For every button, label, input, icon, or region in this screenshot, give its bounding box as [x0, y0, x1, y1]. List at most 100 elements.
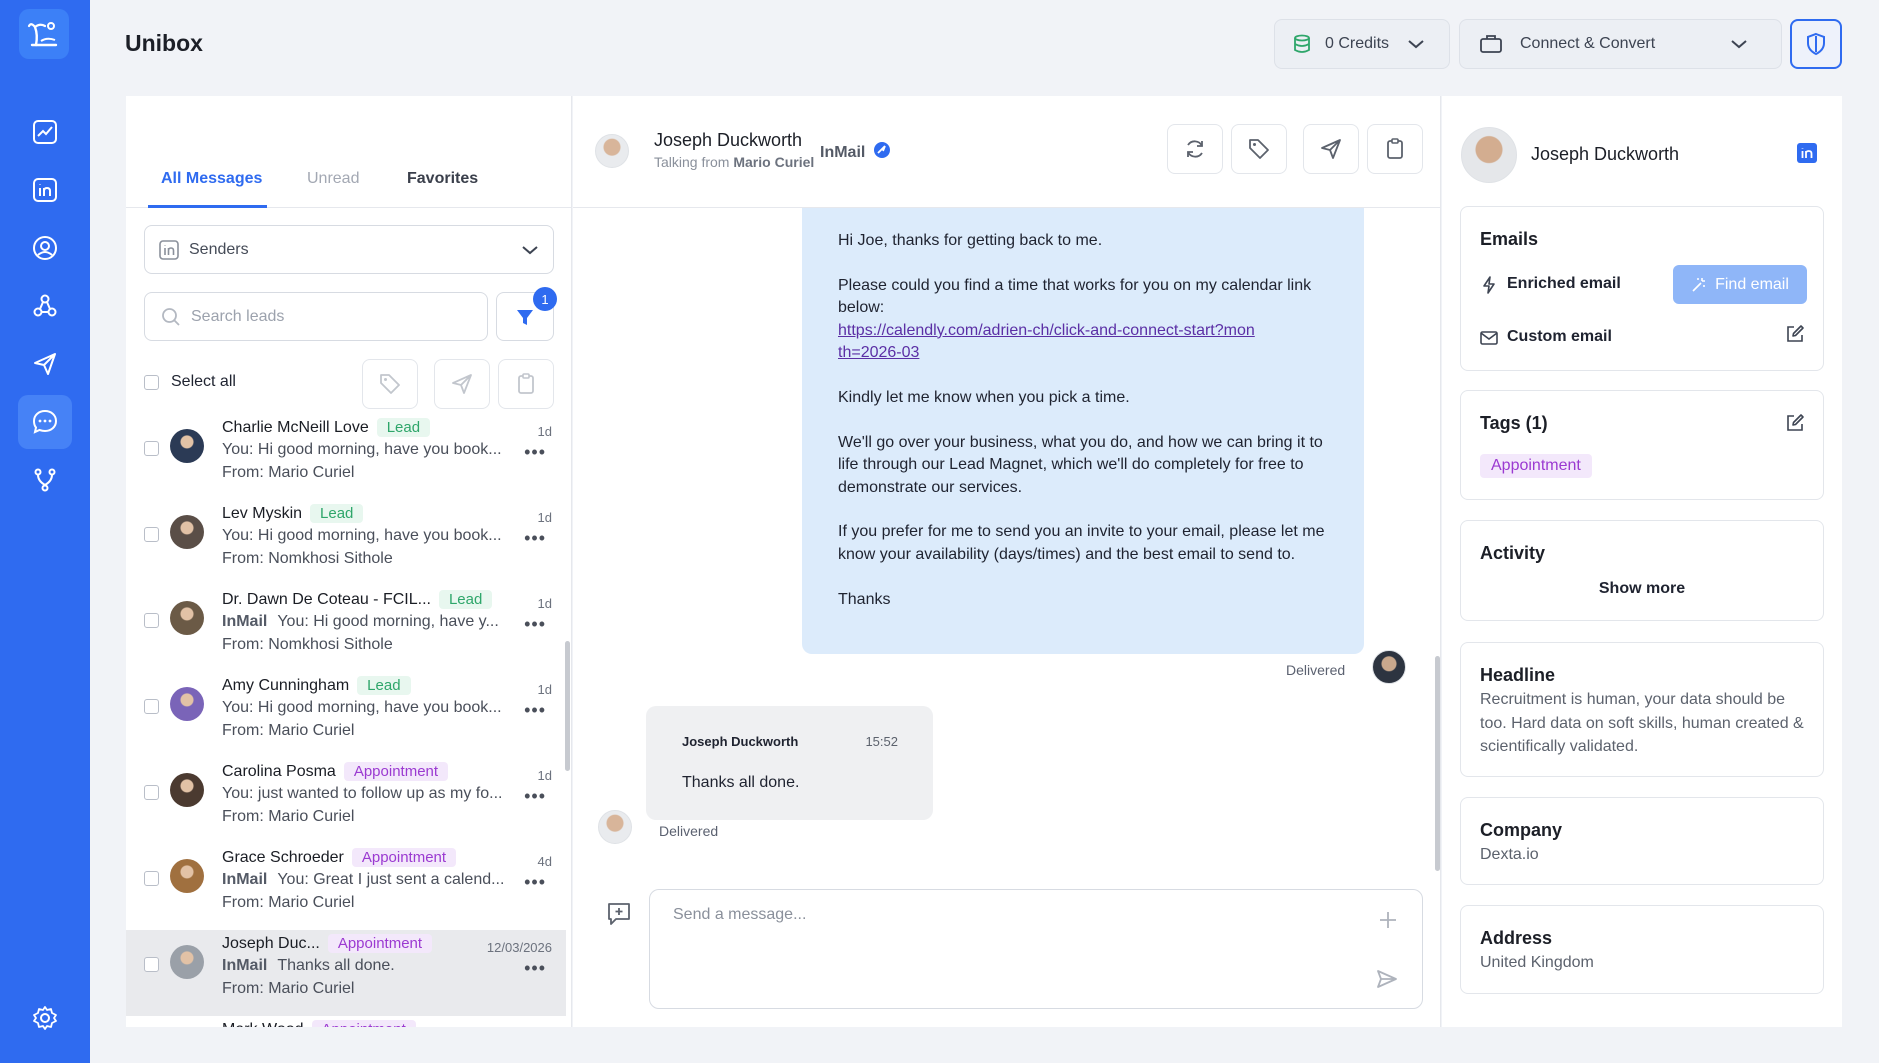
last-message-text: Thanks all done.: [277, 957, 395, 974]
last-message-text: You: Hi good morning, have you book...: [222, 527, 502, 544]
tag-button[interactable]: [1231, 124, 1287, 174]
nav-campaigns[interactable]: [18, 337, 72, 391]
row-checkbox[interactable]: [144, 785, 159, 800]
shield-icon: [1807, 32, 1825, 56]
conversation-row[interactable]: Joseph Duc... Appointment InMail Thanks all…: [126, 930, 566, 1016]
more-options-icon[interactable]: •••: [524, 872, 546, 893]
send-icon: [452, 374, 472, 394]
calendly-link[interactable]: https://calendly.com/adrien-ch/click-and…: [838, 320, 1258, 365]
activity-title: Activity: [1480, 543, 1546, 563]
filter-count-badge: 1: [533, 287, 557, 311]
inbox-scrollbar[interactable]: [565, 641, 570, 771]
lead-name: Charlie McNeill Love: [222, 419, 369, 436]
refresh-button[interactable]: [1167, 124, 1223, 174]
tag-appointment[interactable]: Appointment: [1480, 454, 1592, 478]
archive-button[interactable]: [1367, 124, 1423, 174]
row-checkbox[interactable]: [144, 699, 159, 714]
conversation-list: Charlie McNeill Love Lead You: Hi good mor…: [126, 414, 566, 1027]
select-all-checkbox[interactable]: [144, 374, 159, 390]
edit-icon[interactable]: [1785, 413, 1805, 433]
nav-unibox[interactable]: [18, 395, 72, 449]
send-message-icon[interactable]: [1376, 968, 1398, 990]
tab-unread[interactable]: Unread: [307, 170, 359, 188]
tab-all-messages[interactable]: All Messages: [161, 170, 262, 188]
more-options-icon[interactable]: •••: [524, 528, 546, 549]
connect-convert-label: Connect & Convert: [1520, 35, 1656, 52]
bulk-tag-button[interactable]: [362, 359, 418, 409]
nav-analytics[interactable]: [18, 105, 72, 159]
tab-favorites[interactable]: Favorites: [407, 170, 478, 188]
message-template-icon[interactable]: [606, 901, 632, 927]
message-time: 1d: [537, 682, 552, 697]
select-all[interactable]: Select all: [144, 373, 236, 391]
emails-card: Emails Enriched email Find email Custom …: [1460, 206, 1824, 371]
app-logo[interactable]: [19, 9, 69, 59]
talking-from: Talking from Mario Curiel: [654, 154, 814, 170]
message-paragraph: We'll go over your business, what you do…: [838, 433, 1323, 496]
from-line: From: Nomkhosi Sithole: [222, 550, 393, 567]
search-leads-field[interactable]: Search leads: [144, 292, 488, 341]
message-time: 1d: [537, 424, 552, 439]
filter-button[interactable]: 1: [496, 287, 557, 341]
address-value: United Kingdom: [1480, 954, 1594, 971]
select-all-label: Select all: [171, 373, 236, 390]
active-tab-indicator: [148, 205, 267, 208]
lead-name-line: Amy Cunningham Lead: [222, 676, 411, 695]
lead-name: Carolina Posma: [222, 763, 336, 780]
more-options-icon[interactable]: •••: [524, 700, 546, 721]
address-title: Address: [1480, 928, 1553, 948]
contact-avatar-small: [598, 810, 632, 844]
bulk-archive-button[interactable]: [498, 359, 554, 409]
nav-network[interactable]: [18, 279, 72, 333]
bulk-send-button[interactable]: [434, 359, 490, 409]
find-email-button[interactable]: Find email: [1673, 265, 1807, 304]
edit-icon[interactable]: [1785, 324, 1805, 344]
chat-icon: [32, 409, 58, 434]
message-input[interactable]: Send a message...: [673, 906, 806, 924]
message-composer[interactable]: Send a message...: [649, 889, 1423, 1009]
headline-title: Headline: [1480, 665, 1556, 685]
row-checkbox[interactable]: [144, 441, 159, 456]
security-button[interactable]: [1790, 19, 1842, 69]
message-text: Please could you find a time that works …: [838, 276, 1312, 317]
conversation-row[interactable]: Dr. Dawn De Coteau - FCIL... Lead InMail Yo…: [126, 586, 566, 672]
linkedin-icon[interactable]: [1797, 143, 1817, 163]
conversation-row[interactable]: Amy Cunningham Lead You: Hi good morning, …: [126, 672, 566, 758]
plus-icon[interactable]: [1378, 910, 1398, 930]
contact-avatar[interactable]: [595, 134, 629, 168]
activity-card: Activity Show more: [1460, 520, 1824, 621]
company-title: Company: [1480, 820, 1563, 840]
profile-avatar[interactable]: [1461, 127, 1517, 183]
row-checkbox[interactable]: [144, 871, 159, 886]
row-checkbox[interactable]: [144, 957, 159, 972]
lead-name: Dr. Dawn De Coteau - FCIL...: [222, 591, 431, 608]
incoming-time: 15:52: [865, 734, 898, 749]
send-icon: [1321, 139, 1341, 159]
nav-contacts[interactable]: [18, 221, 72, 275]
conversation-row[interactable]: Mark Wood Appointment: [126, 1016, 566, 1027]
message-time: 1d: [537, 596, 552, 611]
credits-dropdown[interactable]: 0 Credits: [1274, 19, 1450, 69]
nav-linkedin[interactable]: [18, 163, 72, 217]
more-options-icon[interactable]: •••: [524, 786, 546, 807]
lead-avatar: [170, 945, 204, 979]
conversation-row[interactable]: Charlie McNeill Love Lead You: Hi good mor…: [126, 414, 566, 500]
more-options-icon[interactable]: •••: [524, 442, 546, 463]
conversation-row[interactable]: Lev Myskin Lead You: Hi good morning, have…: [126, 500, 566, 586]
incoming-text: Thanks all done.: [682, 774, 800, 791]
flow-icon: [34, 468, 56, 492]
more-options-icon[interactable]: •••: [524, 614, 546, 635]
conversation-row[interactable]: Carolina Posma Appointment You: just wante…: [126, 758, 566, 844]
send-to-campaign-button[interactable]: [1303, 124, 1359, 174]
more-options-icon[interactable]: •••: [524, 958, 546, 979]
conversation-row[interactable]: Grace Schroeder Appointment InMail You: Gre…: [126, 844, 566, 930]
chat-scrollbar[interactable]: [1435, 656, 1440, 871]
nav-settings[interactable]: [18, 991, 72, 1045]
row-checkbox[interactable]: [144, 613, 159, 628]
row-checkbox[interactable]: [144, 527, 159, 542]
senders-dropdown[interactable]: Senders: [144, 225, 554, 274]
search-input[interactable]: Search leads: [191, 308, 284, 326]
connect-convert-dropdown[interactable]: Connect & Convert: [1459, 19, 1782, 69]
show-more-link[interactable]: Show more: [1461, 580, 1823, 598]
nav-flows[interactable]: [18, 453, 72, 507]
